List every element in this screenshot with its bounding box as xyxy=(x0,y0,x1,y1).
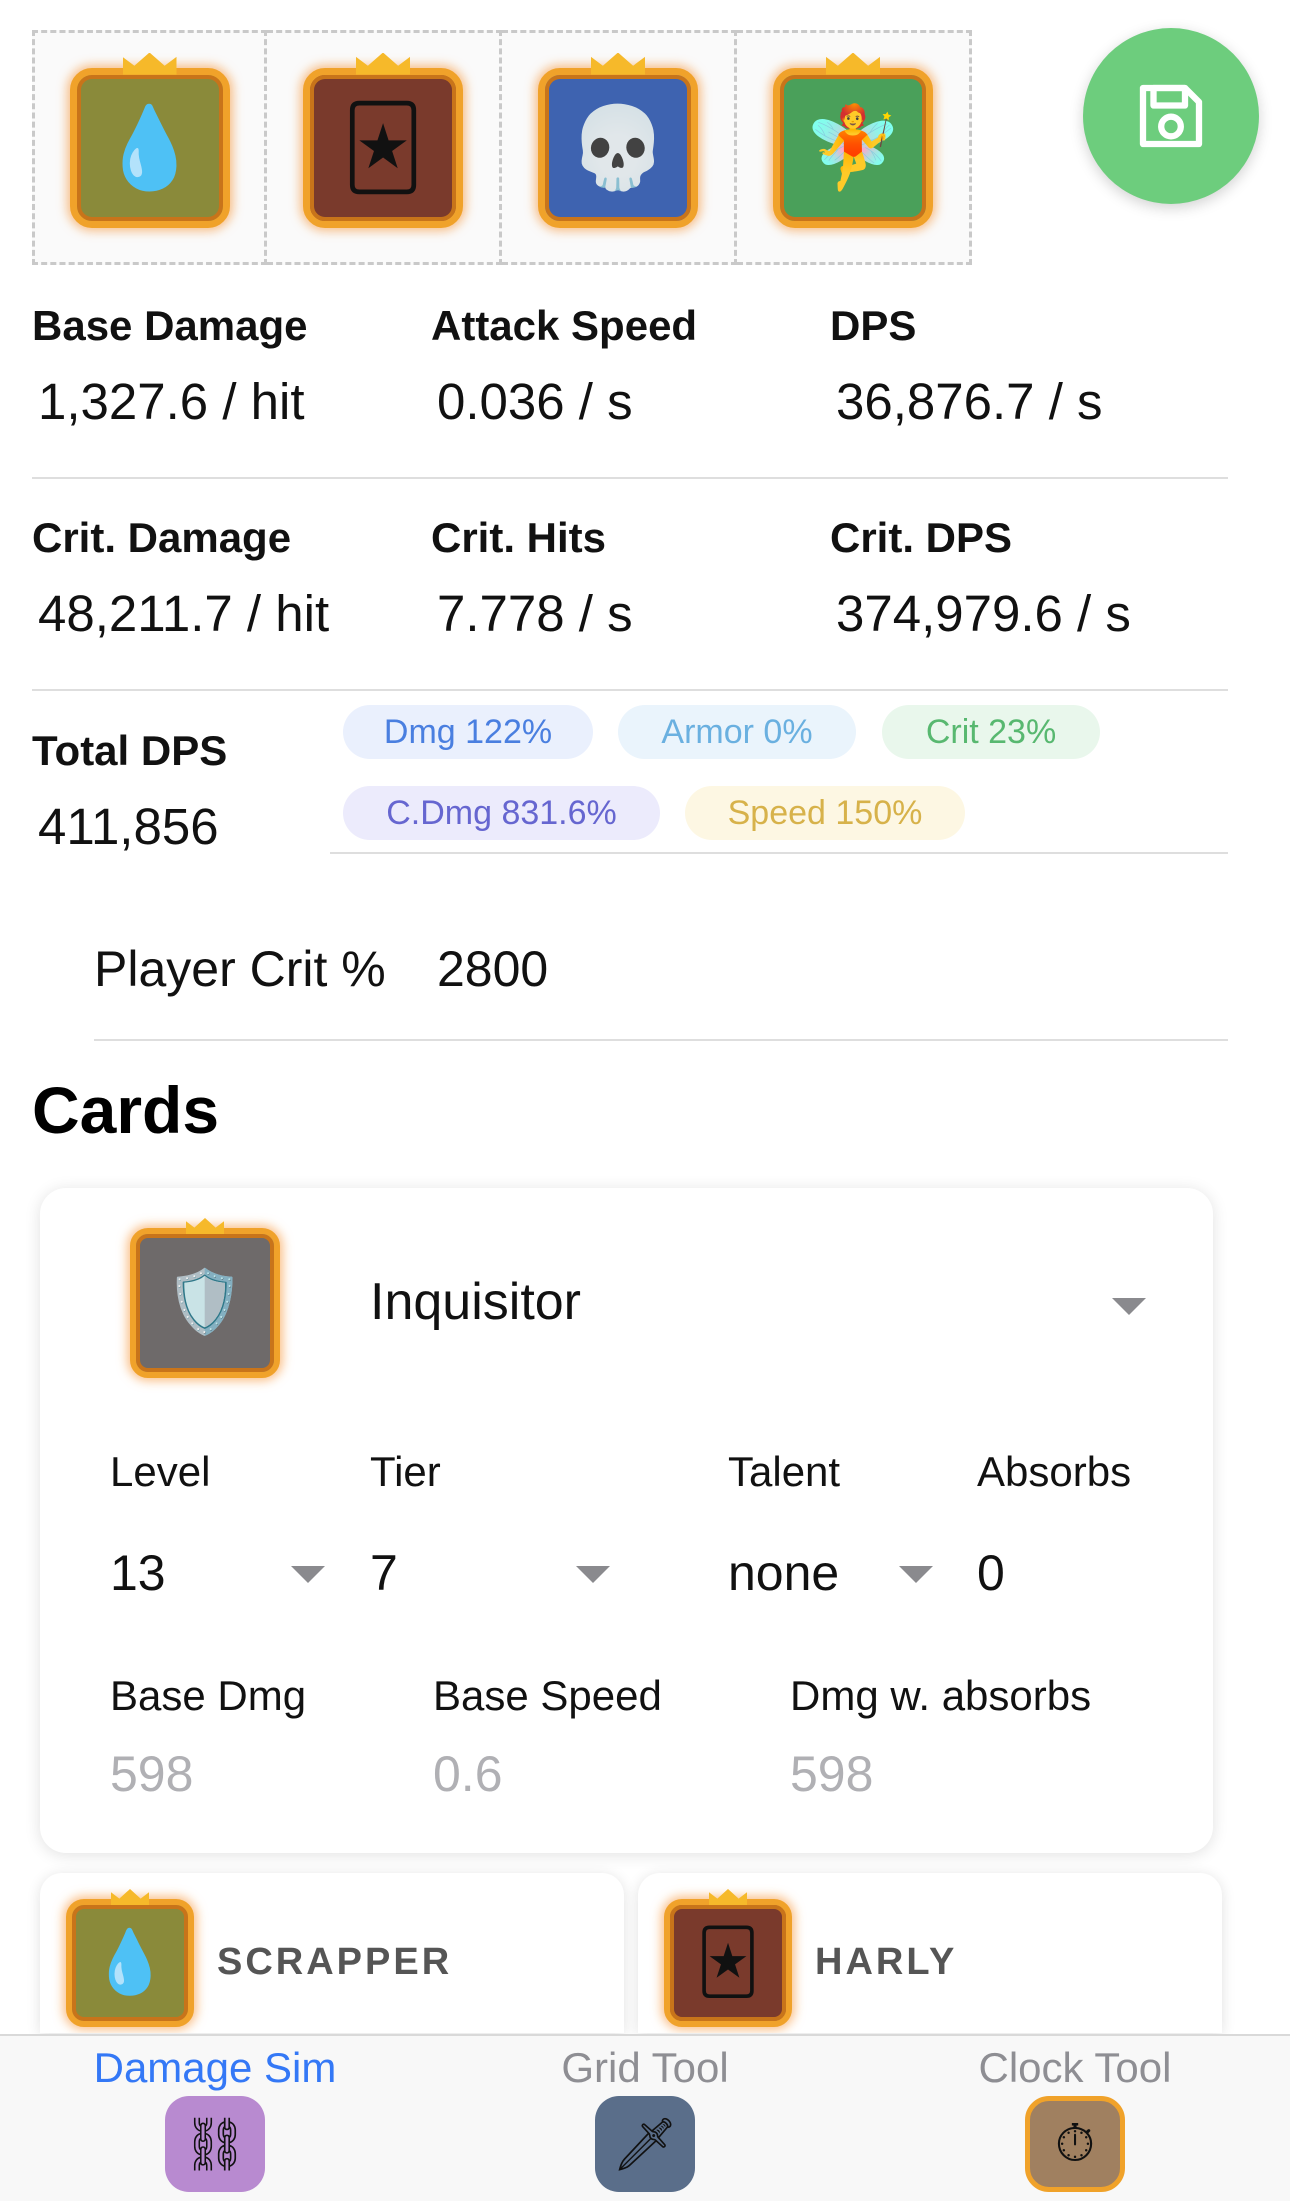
tab-grid-tool[interactable]: Grid Tool 🗡 xyxy=(430,2036,860,2201)
dps-stat: DPS 36,876.7 / s xyxy=(830,302,1103,431)
crit-hits-value: 7.778 / s xyxy=(437,585,633,642)
crit-damage-stat: Crit. Damage 48,211.7 / hit xyxy=(32,514,329,643)
deck-slot-lich[interactable]: 💀 xyxy=(502,30,737,265)
deck-slot-harly[interactable]: 🃏 xyxy=(267,30,502,265)
deck-slot-scrapper[interactable]: 💧 xyxy=(32,30,267,265)
chevron-down-icon xyxy=(1112,1298,1146,1315)
talent-value: none xyxy=(728,1545,840,1601)
tab-bar: Damage Sim ⛓ Grid Tool 🗡 Clock Tool ⏱ xyxy=(0,2034,1290,2201)
card-tile-harly[interactable]: 🃏 HARLY xyxy=(638,1873,1222,2033)
total-dps-value: 411,856 xyxy=(38,798,219,855)
cards-section-title: Cards xyxy=(32,1073,220,1147)
speed-chip: Speed 150% xyxy=(685,786,965,840)
dps-label: DPS xyxy=(830,302,917,349)
crit-hits-stat: Crit. Hits 7.778 / s xyxy=(431,514,633,643)
card-editor-panel: 🛡️ Inquisitor Level Tier Talent Absorbs … xyxy=(40,1188,1213,1853)
crit-dps-label: Crit. DPS xyxy=(830,514,1013,561)
base-damage-label: Base Damage xyxy=(32,302,308,349)
card-name: Inquisitor xyxy=(370,1273,581,1331)
sword-icon: 🗡 xyxy=(595,2096,695,2192)
base-dmg-label: Base Dmg xyxy=(110,1672,307,1719)
tier-label: Tier xyxy=(370,1448,441,1495)
armor-chip: Armor 0% xyxy=(618,705,856,759)
inquisitor-card-icon: 🛡️ xyxy=(130,1218,280,1378)
base-damage-stat: Base Damage 1,327.6 / hit xyxy=(32,302,307,431)
tab-grid-tool-label: Grid Tool xyxy=(561,2044,729,2091)
deck-row: 💧 🃏 💀 🧚 xyxy=(32,30,972,265)
scrapper-card-icon: 💧 xyxy=(66,1889,194,2027)
absorbs-input[interactable]: 0 xyxy=(977,1544,1005,1602)
divider xyxy=(94,1039,1228,1041)
crit-damage-label: Crit. Damage xyxy=(32,514,292,561)
scrapper-card-icon: 💧 xyxy=(69,52,230,228)
talent-select[interactable]: none xyxy=(728,1544,933,1614)
attack-speed-value: 0.036 / s xyxy=(437,373,633,430)
crit-dps-value: 374,979.6 / s xyxy=(836,585,1131,642)
absorbs-label: Absorbs xyxy=(977,1448,1132,1495)
save-icon xyxy=(1139,84,1203,148)
base-dmg-value: 598 xyxy=(110,1746,194,1802)
crit-damage-chip: C.Dmg 831.6% xyxy=(343,786,660,840)
player-crit-input[interactable] xyxy=(437,940,837,998)
total-dps-stat: Total DPS 411,856 xyxy=(32,727,227,856)
divider xyxy=(32,689,1228,691)
dmg-chip: Dmg 122% xyxy=(343,705,593,759)
tier-value: 7 xyxy=(370,1545,398,1601)
divider xyxy=(330,852,1228,854)
crit-chip: Crit 23% xyxy=(882,705,1100,759)
level-label: Level xyxy=(110,1448,211,1495)
save-button[interactable] xyxy=(1083,28,1259,204)
chevron-down-icon xyxy=(899,1566,933,1583)
card-tile-name: SCRAPPER xyxy=(217,1941,453,1983)
level-value: 13 xyxy=(110,1545,166,1601)
lich-card-icon: 💀 xyxy=(538,52,698,228)
tab-clock-tool-label: Clock Tool xyxy=(978,2044,1172,2091)
chevron-down-icon xyxy=(576,1566,610,1583)
tab-damage-sim[interactable]: Damage Sim ⛓ xyxy=(0,2036,430,2201)
talent-label: Talent xyxy=(728,1448,841,1495)
card-tile-scrapper[interactable]: 💧 SCRAPPER xyxy=(40,1873,624,2033)
tier-select[interactable]: 7 xyxy=(370,1544,610,1614)
crit-hits-label: Crit. Hits xyxy=(431,514,607,561)
total-dps-label: Total DPS xyxy=(32,727,228,774)
harly-card-icon: 🃏 xyxy=(303,52,463,228)
attack-speed-label: Attack Speed xyxy=(431,302,698,349)
tab-damage-sim-label: Damage Sim xyxy=(93,2044,337,2091)
harly-card-icon: 🃏 xyxy=(664,1889,792,2027)
crit-damage-value: 48,211.7 / hit xyxy=(38,585,330,642)
deck-slot-dryad[interactable]: 🧚 xyxy=(737,30,972,265)
player-crit-label: Player Crit % xyxy=(94,941,386,997)
crit-dps-stat: Crit. DPS 374,979.6 / s xyxy=(830,514,1131,643)
level-select[interactable]: 13 xyxy=(110,1544,325,1614)
chain-icon: ⛓ xyxy=(165,2096,265,2192)
chevron-down-icon xyxy=(291,1566,325,1583)
dmg-w-absorbs-label: Dmg w. absorbs xyxy=(790,1672,1092,1719)
attack-speed-stat: Attack Speed 0.036 / s xyxy=(431,302,697,431)
dps-value: 36,876.7 / s xyxy=(836,373,1103,430)
base-speed-label: Base Speed xyxy=(433,1672,662,1719)
tab-clock-tool[interactable]: Clock Tool ⏱ xyxy=(860,2036,1290,2201)
dryad-card-icon: 🧚 xyxy=(773,52,933,228)
card-tile-name: HARLY xyxy=(815,1941,958,1983)
divider xyxy=(32,477,1228,479)
base-damage-value: 1,327.6 / hit xyxy=(38,373,305,430)
dmg-w-absorbs-value: 598 xyxy=(790,1746,874,1802)
base-speed-value: 0.6 xyxy=(433,1746,503,1802)
card-select-dropdown[interactable]: Inquisitor xyxy=(370,1272,1190,1352)
clock-icon: ⏱ xyxy=(1025,2096,1125,2192)
